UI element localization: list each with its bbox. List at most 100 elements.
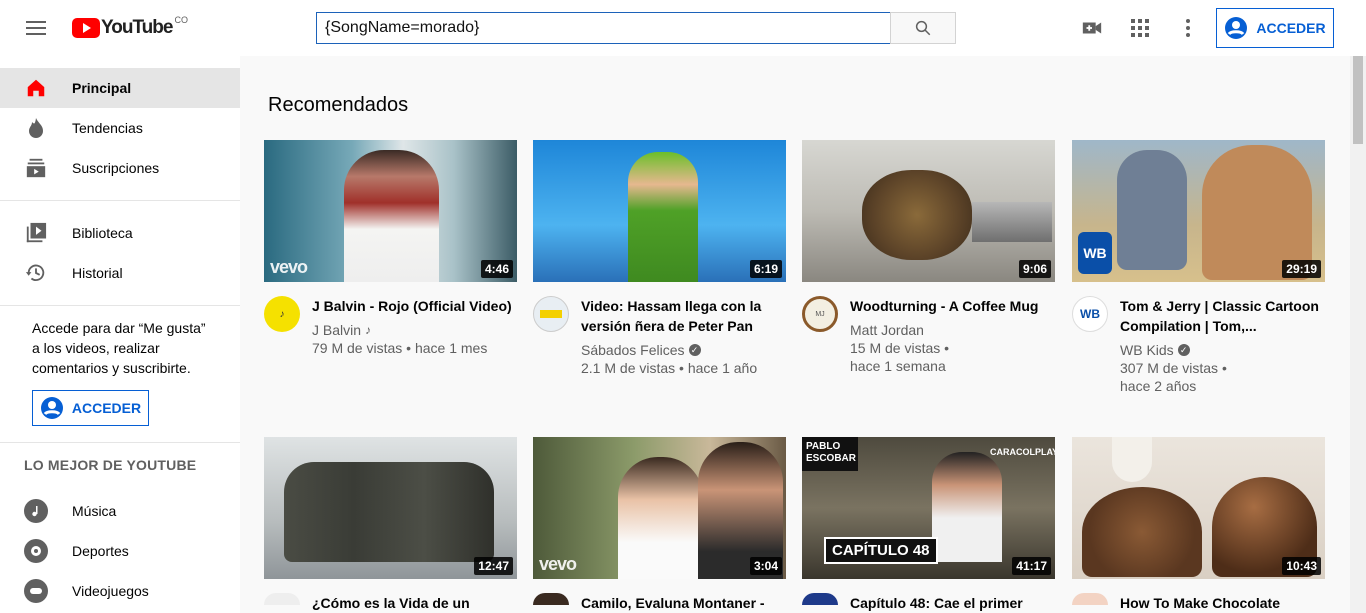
page-scrollbar[interactable] bbox=[1350, 56, 1366, 613]
channel-name[interactable]: WB Kids bbox=[1120, 341, 1174, 359]
channel-avatar[interactable]: MJ bbox=[802, 296, 838, 332]
music-icon bbox=[24, 499, 48, 523]
vevo-watermark: vevo bbox=[539, 554, 577, 574]
video-card[interactable]: 10:43 How To Make Chocolate bbox=[1072, 437, 1325, 613]
video-duration: 6:19 bbox=[749, 260, 782, 278]
account-circle-icon bbox=[1225, 17, 1248, 39]
channel-name[interactable]: Sábados Felices bbox=[581, 341, 685, 359]
video-title[interactable]: J Balvin - Rojo (Official Video) bbox=[312, 296, 517, 316]
video-title[interactable]: Camilo, Evaluna Montaner - bbox=[581, 593, 786, 613]
sidebar-signin-button[interactable]: ACCEDER bbox=[32, 390, 149, 426]
verified-icon: ✓ bbox=[688, 344, 701, 356]
gaming-icon bbox=[24, 579, 48, 603]
search-button[interactable] bbox=[890, 12, 956, 44]
channel-name[interactable]: Matt Jordan bbox=[850, 321, 924, 339]
channel-name[interactable]: J Balvin bbox=[312, 321, 361, 339]
wb-logo-icon: WB bbox=[1080, 307, 1100, 321]
signin-message: Accede para dar “Me gusta” a los videos,… bbox=[32, 320, 206, 376]
create-video-button[interactable] bbox=[1080, 16, 1104, 40]
video-title[interactable]: Capítulo 48: Cae el primer bbox=[850, 593, 1055, 613]
sidebar-item-historial[interactable]: Historial bbox=[0, 253, 240, 293]
video-card[interactable]: vevo 4:46 ♪ J Balvin - Rojo (Official Vi… bbox=[264, 140, 517, 357]
sidebar-item-suscripciones[interactable]: Suscripciones bbox=[0, 148, 240, 188]
apps-button[interactable] bbox=[1128, 16, 1152, 40]
wb-logo-icon: WB bbox=[1078, 232, 1112, 274]
region-code: CO bbox=[174, 15, 188, 25]
sidebar-item-label: Suscripciones bbox=[72, 160, 160, 176]
view-count: 15 M de vistas bbox=[850, 340, 941, 356]
video-title[interactable]: Tom & Jerry | Classic Cartoon Compilatio… bbox=[1120, 296, 1325, 336]
sidebar-item-label: Biblioteca bbox=[72, 225, 133, 241]
sidebar-divider bbox=[0, 305, 240, 306]
video-thumbnail[interactable]: 10:43 bbox=[1072, 437, 1325, 579]
channel-avatar[interactable] bbox=[1072, 593, 1108, 605]
video-duration: 9:06 bbox=[1018, 260, 1051, 278]
video-thumbnail[interactable]: 9:06 bbox=[802, 140, 1055, 282]
video-title[interactable]: ¿Cómo es la Vida de un bbox=[312, 593, 517, 613]
sidebar-item-videojuegos[interactable]: Videojuegos bbox=[0, 571, 240, 611]
sidebar-item-musica[interactable]: Música bbox=[0, 491, 240, 531]
channel-avatar[interactable]: ♪ bbox=[264, 296, 300, 332]
apps-grid-icon bbox=[1131, 19, 1149, 37]
video-thumbnail[interactable]: PABLO ESCOBAR CARACOLPLAY CAPÍTULO 48 41… bbox=[802, 437, 1055, 579]
guide-menu-button[interactable] bbox=[24, 18, 48, 38]
search-icon bbox=[915, 20, 931, 36]
channel-avatar[interactable] bbox=[264, 593, 300, 605]
channel-avatar[interactable] bbox=[533, 296, 569, 332]
video-card[interactable]: 6:19 Video: Hassam llega con la versión … bbox=[533, 140, 786, 377]
search-input[interactable]: {SongName=morado} bbox=[316, 12, 891, 44]
scrollbar-thumb[interactable] bbox=[1353, 56, 1363, 144]
sidebar-item-deportes[interactable]: Deportes bbox=[0, 531, 240, 571]
video-card[interactable]: 12:47 ¿Cómo es la Vida de un bbox=[264, 437, 517, 613]
youtube-logo[interactable]: YouTube CO bbox=[72, 15, 188, 39]
youtube-play-icon bbox=[72, 18, 100, 38]
channel-avatar[interactable] bbox=[533, 593, 569, 605]
video-card[interactable]: 9:06 MJ Woodturning - A Coffee Mug Matt … bbox=[802, 140, 1055, 375]
best-of-youtube-heading: LO MEJOR DE YOUTUBE bbox=[24, 457, 197, 473]
video-thumbnail[interactable]: WB 29:19 bbox=[1072, 140, 1325, 282]
subscriptions-icon bbox=[24, 156, 48, 180]
trending-icon bbox=[24, 116, 48, 140]
video-duration: 41:17 bbox=[1012, 557, 1051, 575]
sidebar-divider bbox=[0, 442, 240, 443]
channel-avatar[interactable] bbox=[802, 593, 838, 605]
video-thumbnail[interactable]: vevo 4:46 bbox=[264, 140, 517, 282]
video-thumbnail[interactable]: 12:47 bbox=[264, 437, 517, 579]
video-camera-plus-icon bbox=[1082, 22, 1102, 34]
video-title[interactable]: Woodturning - A Coffee Mug bbox=[850, 296, 1055, 316]
video-card[interactable]: WB 29:19 WB Tom & Jerry | Classic Cartoo… bbox=[1072, 140, 1325, 395]
view-count: 2.1 M de vistas bbox=[581, 360, 676, 376]
upload-age: hace 1 mes bbox=[414, 340, 488, 356]
video-duration: 3:04 bbox=[749, 557, 782, 575]
video-title[interactable]: How To Make Chocolate bbox=[1120, 593, 1325, 613]
sidebar-item-label: Principal bbox=[72, 80, 132, 96]
sidebar-item-tendencias[interactable]: Tendencias bbox=[0, 108, 240, 148]
video-card[interactable]: vevo 3:04 Camilo, Evaluna Montaner - bbox=[533, 437, 786, 613]
sports-icon bbox=[24, 539, 48, 563]
upload-age: hace 1 semana bbox=[850, 358, 946, 374]
video-card[interactable]: PABLO ESCOBAR CARACOLPLAY CAPÍTULO 48 41… bbox=[802, 437, 1055, 613]
chapter-label: CAPÍTULO 48 bbox=[824, 537, 938, 564]
channel-avatar[interactable]: WB bbox=[1072, 296, 1108, 332]
more-vert-icon bbox=[1186, 19, 1190, 37]
sidebar-item-label: Videojuegos bbox=[72, 583, 149, 599]
sidebar-item-label: Historial bbox=[72, 265, 123, 281]
video-thumbnail[interactable]: 6:19 bbox=[533, 140, 786, 282]
video-duration: 10:43 bbox=[1282, 557, 1321, 575]
library-icon bbox=[24, 221, 48, 245]
sidebar-item-label: Música bbox=[72, 503, 117, 519]
logo-text: YouTube bbox=[101, 17, 173, 38]
sidebar-item-biblioteca[interactable]: Biblioteca bbox=[0, 213, 240, 253]
signin-label: ACCEDER bbox=[71, 400, 142, 416]
signin-button[interactable]: ACCEDER bbox=[1216, 8, 1334, 48]
verified-icon: ✓ bbox=[1177, 344, 1190, 356]
video-title[interactable]: Video: Hassam llega con la versión ñera … bbox=[581, 296, 786, 336]
caracolplay-logo: CARACOLPLAY bbox=[990, 447, 1055, 457]
view-count: 79 M de vistas bbox=[312, 340, 403, 356]
vevo-watermark: vevo bbox=[270, 257, 308, 277]
settings-menu-button[interactable] bbox=[1176, 16, 1200, 40]
home-icon bbox=[24, 76, 48, 100]
view-count: 307 M de vistas bbox=[1120, 360, 1219, 376]
sidebar-item-principal[interactable]: Principal bbox=[0, 68, 240, 108]
video-thumbnail[interactable]: vevo 3:04 bbox=[533, 437, 786, 579]
